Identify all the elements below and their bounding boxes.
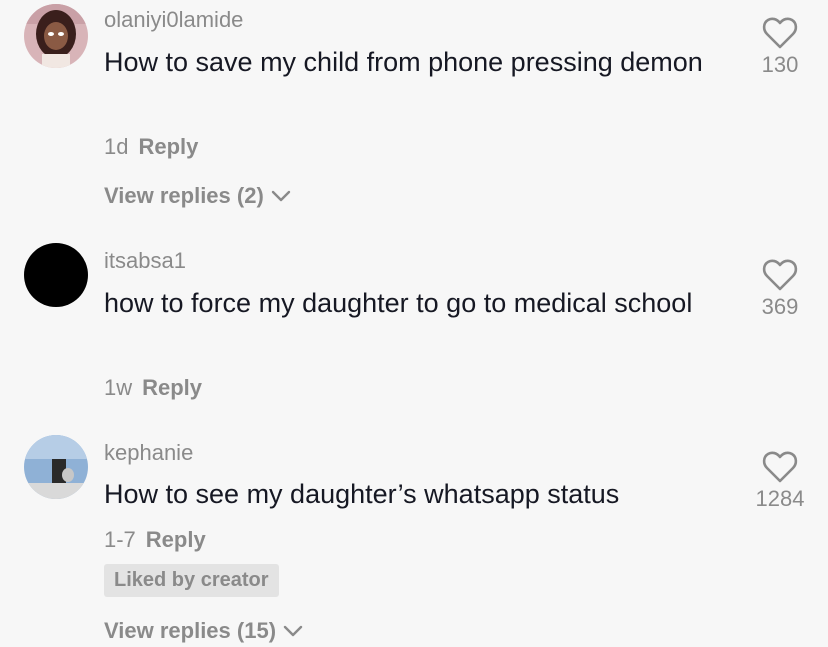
username[interactable]: itsabsa1 — [104, 248, 186, 274]
comment-meta: 1-7 Reply — [104, 527, 206, 553]
like-count: 1284 — [755, 486, 805, 511]
reply-button[interactable]: Reply — [138, 134, 198, 159]
like-button[interactable]: 369 — [735, 258, 825, 320]
like-button[interactable]: 130 — [735, 16, 825, 78]
comment-time: 1-7 — [104, 527, 136, 552]
avatar[interactable] — [24, 435, 88, 499]
view-replies-button[interactable]: View replies (15) — [104, 618, 304, 644]
reply-button[interactable]: Reply — [142, 375, 202, 400]
username[interactable]: kephanie — [104, 440, 193, 466]
heart-outline-icon — [762, 17, 798, 49]
username[interactable]: olaniyi0lamide — [104, 7, 243, 33]
avatar[interactable] — [24, 243, 88, 307]
comment-time: 1d — [104, 134, 129, 159]
like-button[interactable]: 1284 — [735, 450, 825, 512]
comment-meta: 1w Reply — [104, 375, 202, 401]
view-replies-button[interactable]: View replies (2) — [104, 183, 292, 209]
comment-time: 1w — [104, 375, 133, 400]
comment-text: How to see my daughter’s whatsapp status — [104, 479, 620, 509]
avatar[interactable] — [24, 4, 88, 68]
view-replies-label: View replies (15) — [104, 618, 277, 643]
liked-by-creator-badge: Liked by creator — [104, 564, 279, 597]
comment-text: how to force my daughter to go to medica… — [104, 288, 693, 318]
like-count: 369 — [761, 294, 799, 319]
comment-text: How to save my child from phone pressing… — [104, 47, 703, 77]
view-replies-label: View replies (2) — [104, 183, 264, 208]
like-count: 130 — [761, 52, 799, 77]
chevron-down-icon — [283, 625, 303, 637]
heart-outline-icon — [762, 451, 798, 483]
reply-button[interactable]: Reply — [146, 527, 206, 552]
heart-outline-icon — [762, 259, 798, 291]
chevron-down-icon — [271, 190, 290, 202]
comment-meta: 1d Reply — [104, 134, 198, 160]
